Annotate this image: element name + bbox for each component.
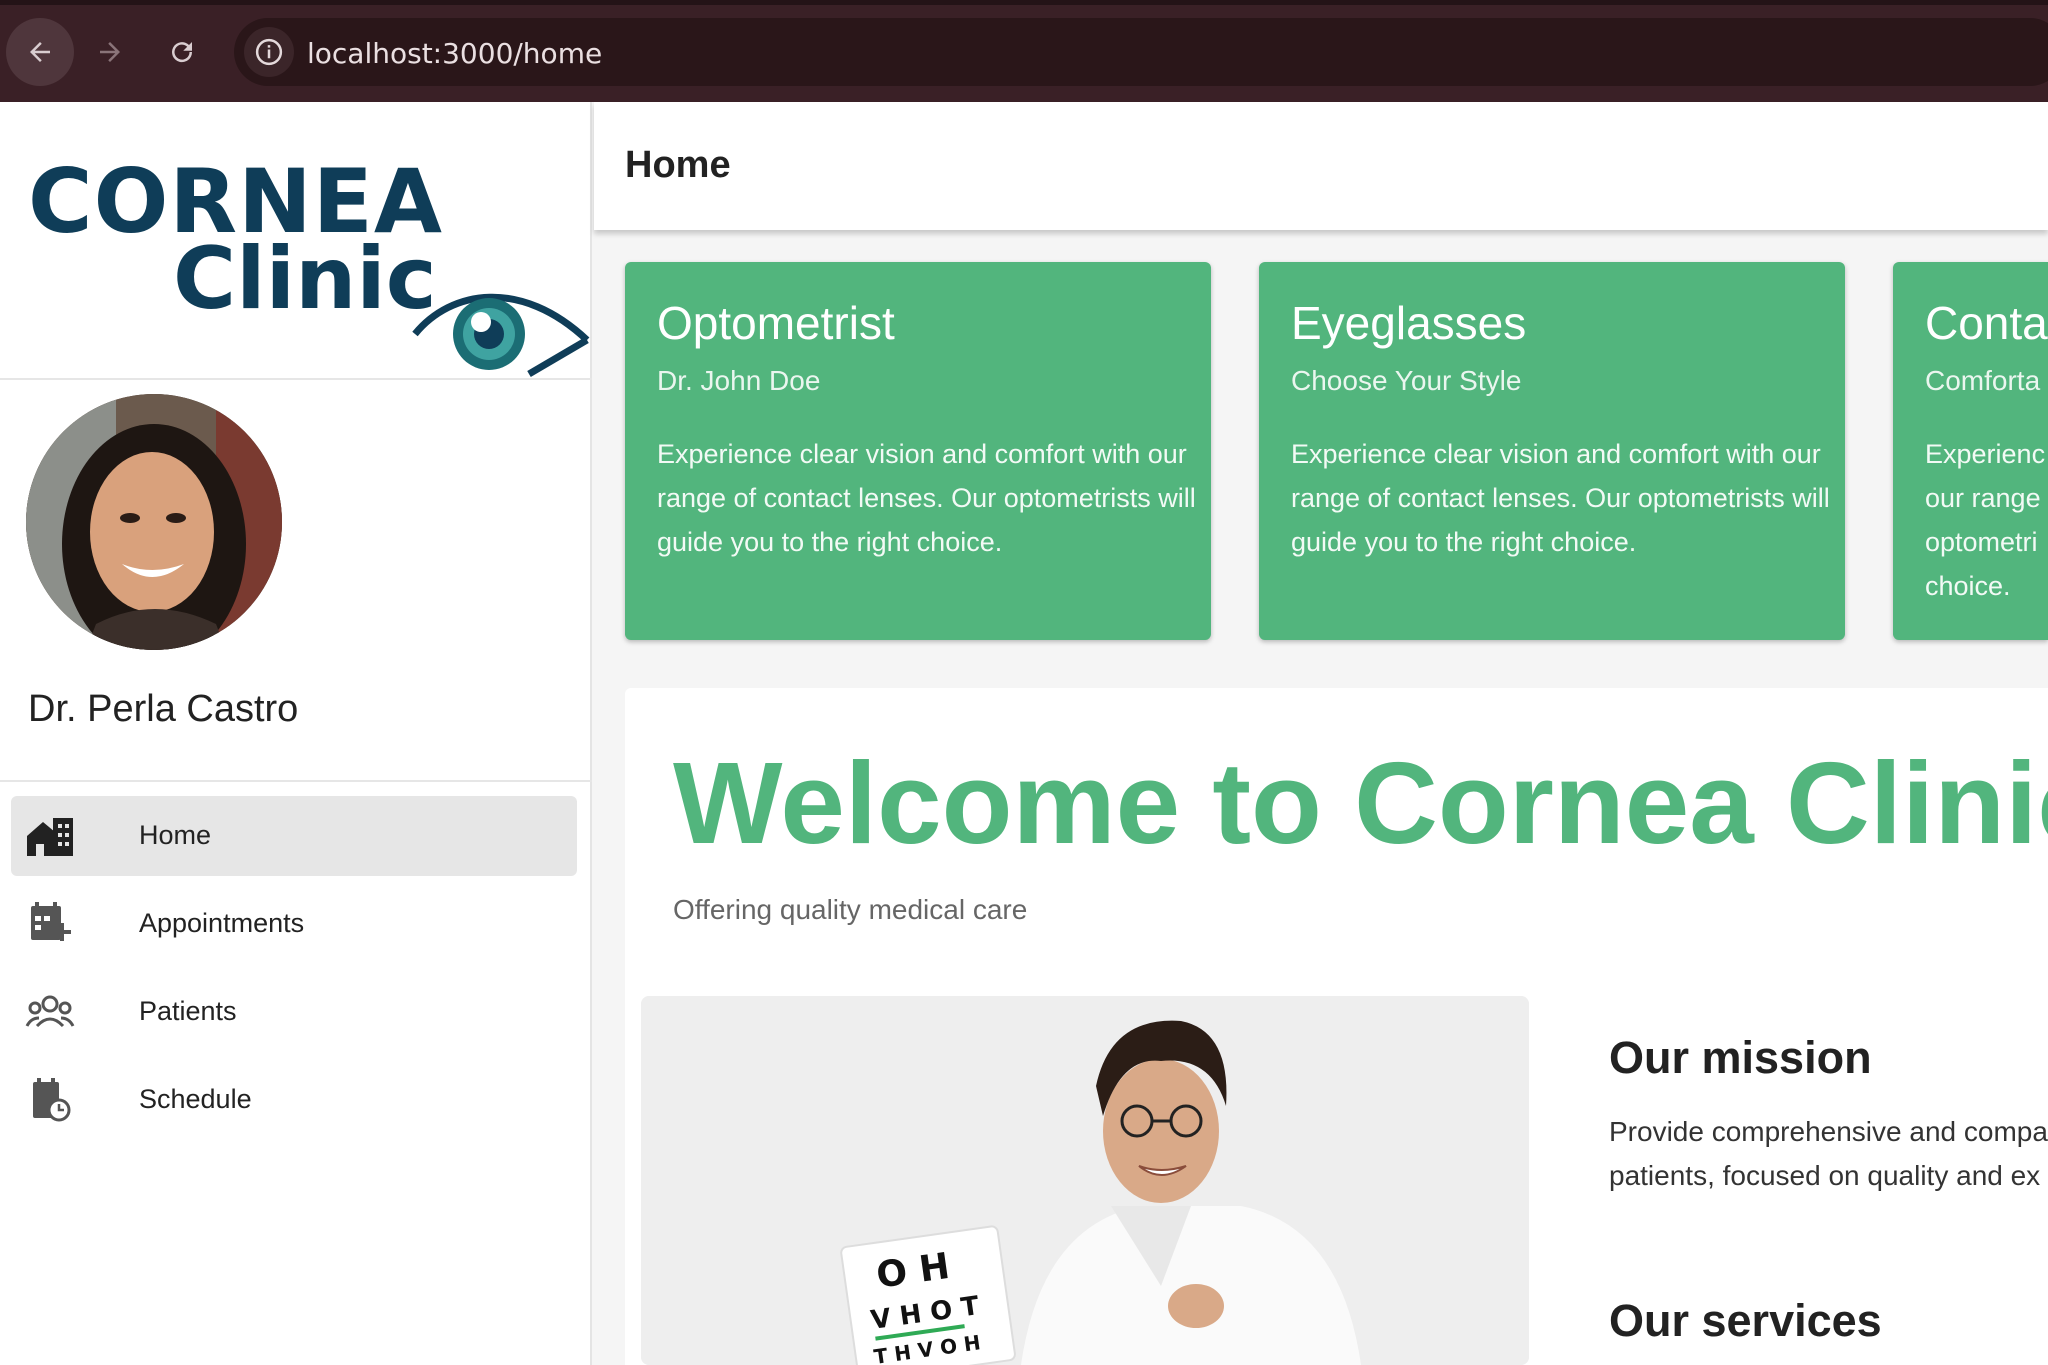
sidebar-item-label: Schedule bbox=[139, 1084, 252, 1114]
browser-toolbar: localhost:3000/home bbox=[0, 0, 2048, 102]
optometrist-hero-image: O H V H O T T H V O H bbox=[641, 996, 1529, 1365]
optometrist-photo: O H V H O T T H V O H bbox=[641, 996, 1529, 1365]
avatar[interactable] bbox=[26, 394, 282, 650]
mission-heading: Our mission bbox=[1609, 1032, 1872, 1083]
home-building-icon bbox=[27, 818, 73, 856]
sidebar-divider bbox=[0, 378, 592, 380]
group-people-icon bbox=[25, 995, 75, 1028]
sidebar-item-label: Patients bbox=[139, 996, 237, 1026]
services-heading: Our services bbox=[1609, 1295, 1882, 1346]
calendar-clock-icon bbox=[33, 1078, 71, 1122]
mission-text-line: patients, focused on quality and ex bbox=[1609, 1160, 2041, 1191]
sidebar-item-label: Appointments bbox=[139, 908, 305, 938]
sidebar-item-appointments[interactable]: Appointments bbox=[11, 884, 577, 964]
service-card-optometrist[interactable]: Optometrist Dr. John Doe Experience clea… bbox=[625, 262, 1211, 640]
service-card-eyeglasses[interactable]: Eyeglasses Choose Your Style Experience … bbox=[1259, 262, 1845, 640]
arrow-right-icon bbox=[100, 42, 120, 62]
sidebar-item-home[interactable]: Home bbox=[11, 796, 577, 876]
arrow-left-icon bbox=[30, 42, 50, 62]
page-title: Home bbox=[625, 144, 731, 186]
logo-line2: Clinic bbox=[173, 229, 437, 329]
card-title: Eyeglasses bbox=[1291, 297, 1527, 349]
info-icon bbox=[255, 38, 283, 66]
eye-logo-icon bbox=[412, 293, 590, 378]
card-body: Experienc our range optometri choice. bbox=[1925, 439, 2046, 601]
card-title: Optometrist bbox=[657, 297, 895, 349]
reload-button[interactable] bbox=[148, 18, 216, 86]
doctor-portrait bbox=[26, 394, 282, 650]
sidebar-item-label: Home bbox=[139, 820, 212, 850]
site-info-button[interactable] bbox=[244, 27, 294, 77]
card-title: Conta bbox=[1925, 297, 2048, 349]
mission-text: Provide comprehensive and compa patients… bbox=[1609, 1110, 2048, 1198]
card-body: Experience clear vision and comfort with… bbox=[657, 439, 1196, 557]
url-text[interactable]: localhost:3000/home bbox=[307, 37, 602, 70]
back-button[interactable] bbox=[6, 18, 74, 86]
card-subtitle: Dr. John Doe bbox=[657, 365, 821, 396]
mission-text-line: Provide comprehensive and compa bbox=[1609, 1116, 2048, 1147]
tab-strip bbox=[0, 0, 2048, 5]
welcome-title: Welcome to Cornea Clinic bbox=[673, 738, 2048, 868]
cornea-clinic-logo[interactable]: CORNEA Clinic bbox=[28, 158, 590, 378]
welcome-subtitle: Offering quality medical care bbox=[673, 894, 1028, 925]
sidebar-item-patients[interactable]: Patients bbox=[11, 972, 577, 1052]
sidebar: CORNEA Clinic Dr. Perla Castro Home Appo… bbox=[0, 102, 592, 1365]
sidebar-item-schedule[interactable]: Schedule bbox=[11, 1060, 577, 1140]
card-subtitle: Comforta bbox=[1925, 365, 2041, 396]
address-bar[interactable]: localhost:3000/home bbox=[234, 18, 2048, 86]
card-subtitle: Choose Your Style bbox=[1291, 365, 1522, 396]
welcome-section: Welcome to Cornea Clinic Offering qualit… bbox=[625, 688, 2048, 1365]
service-card-contacts[interactable]: Conta Comforta Experienc our range optom… bbox=[1893, 262, 2048, 640]
forward-button[interactable] bbox=[76, 18, 144, 86]
sidebar-divider bbox=[0, 780, 592, 782]
reload-icon bbox=[172, 42, 193, 63]
calendar-add-icon bbox=[31, 902, 71, 941]
page-header: Home bbox=[594, 102, 2048, 230]
doctor-name: Dr. Perla Castro bbox=[28, 688, 299, 730]
card-body: Experience clear vision and comfort with… bbox=[1291, 439, 1830, 557]
